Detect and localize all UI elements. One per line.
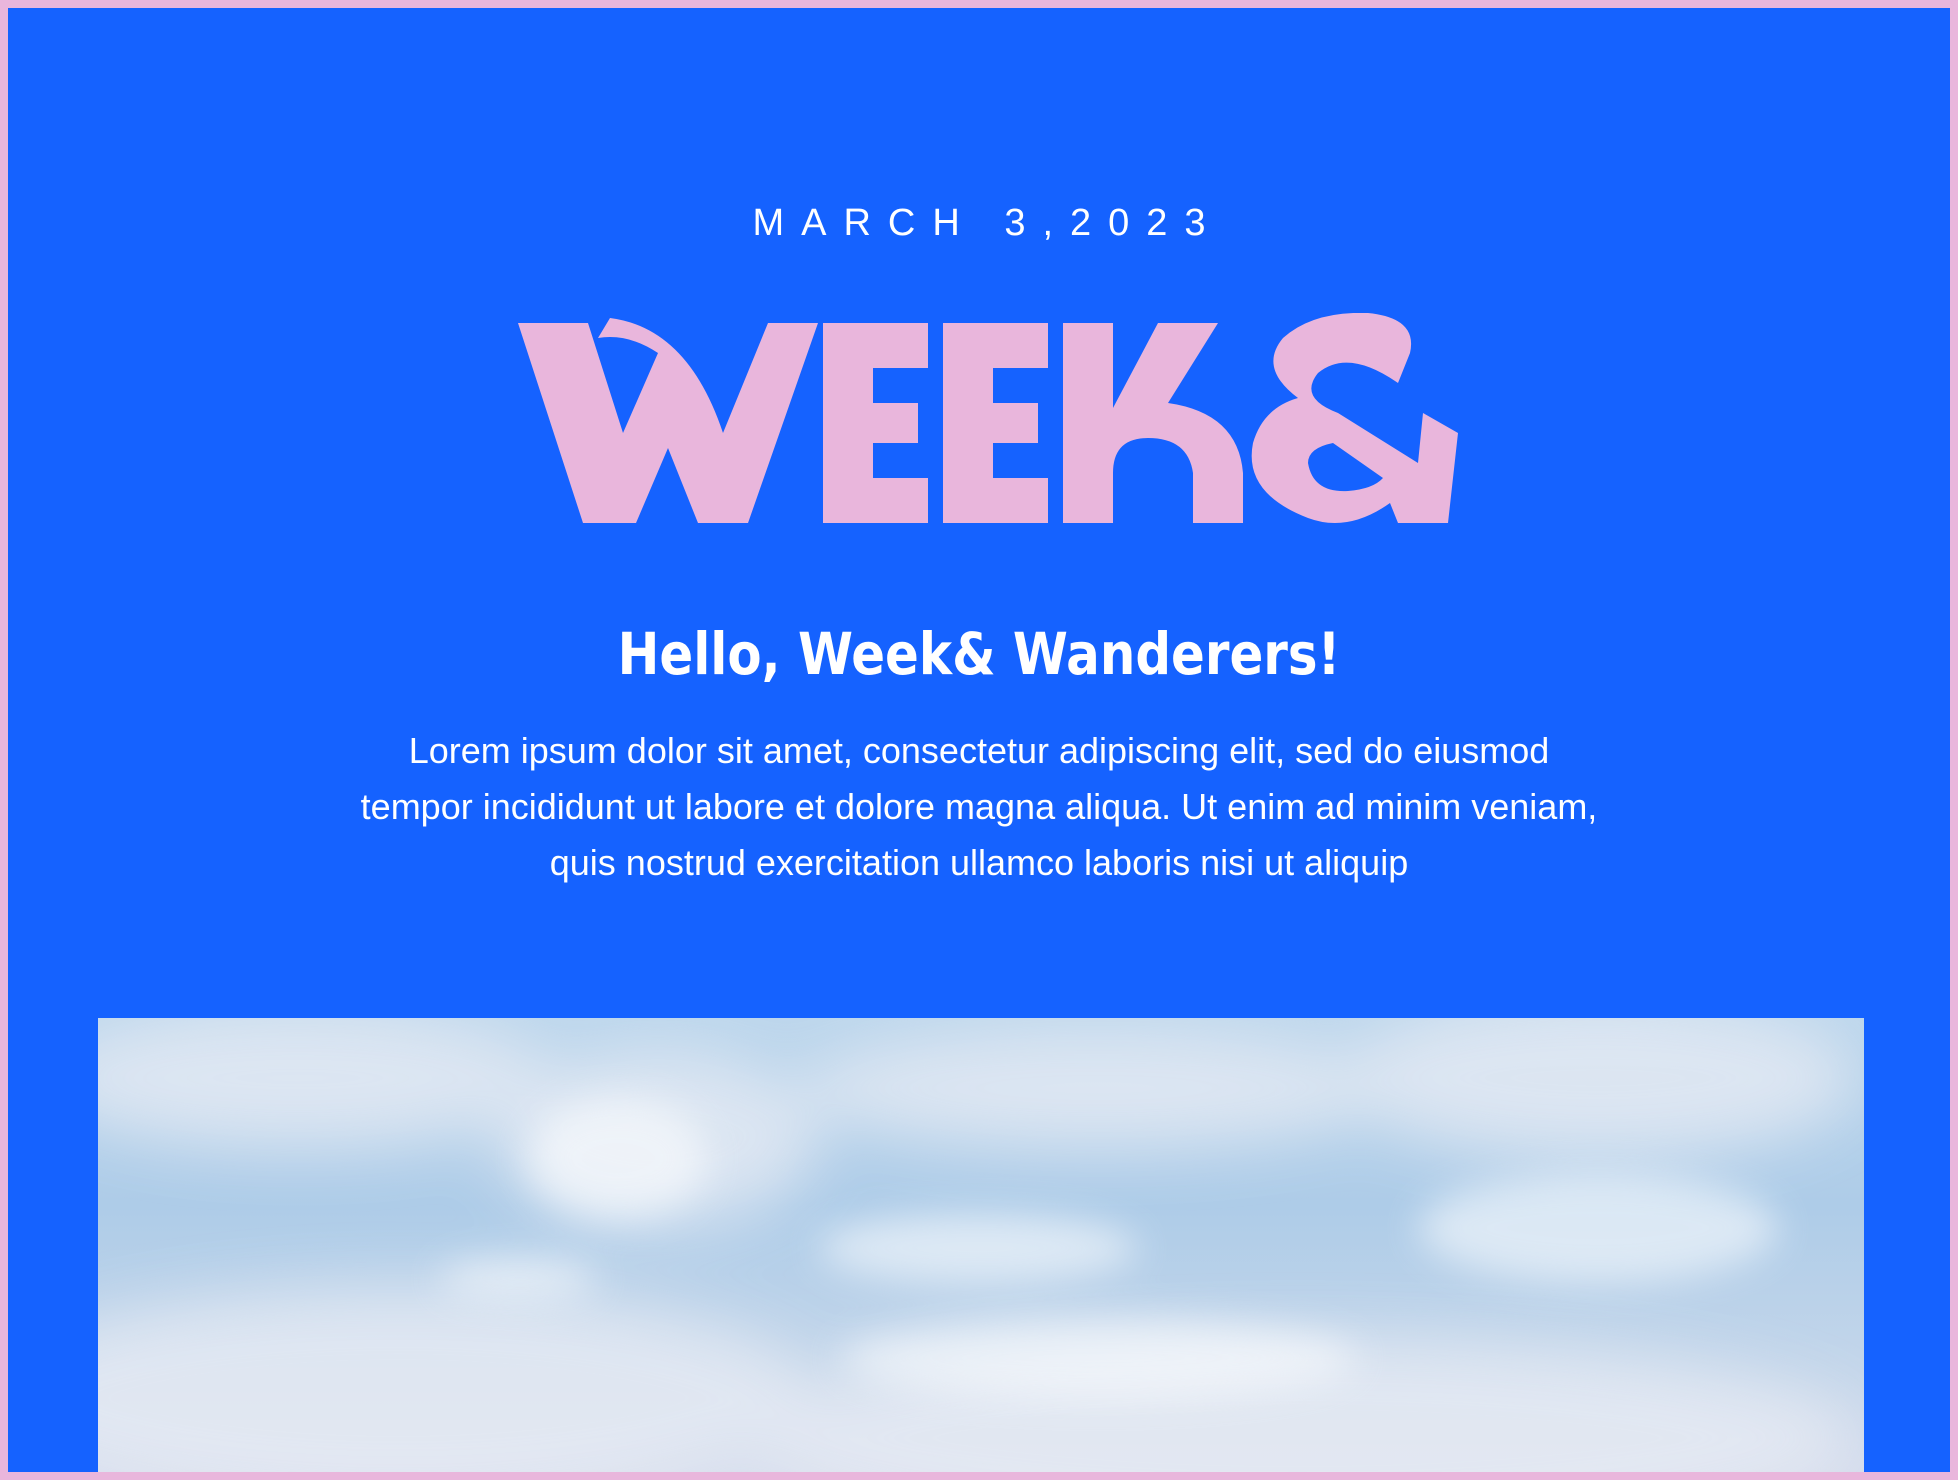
intro-paragraph: Lorem ipsum dolor sit amet, consectetur … xyxy=(360,730,1598,883)
week-and-logo xyxy=(518,313,1458,533)
greeting-headline: Hello, Week& Wanderers! xyxy=(617,620,1341,688)
newsletter-frame: MARCH 3,2023 Hello, Week& Wanderers! Lor… xyxy=(8,8,1950,1472)
issue-date: MARCH 3,2023 xyxy=(752,202,1223,244)
sky-hero-image xyxy=(98,1018,1864,1472)
